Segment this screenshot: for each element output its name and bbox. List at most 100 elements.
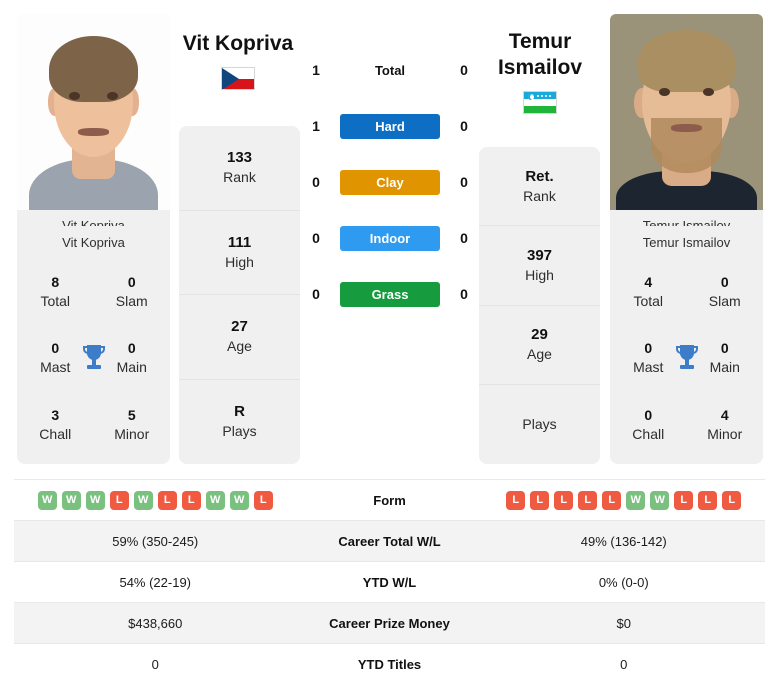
stat-label: Plays bbox=[222, 423, 257, 440]
stat-label: High bbox=[525, 266, 554, 283]
titles-card-name-right: Temur Ismailov bbox=[642, 235, 731, 250]
surface-badge-clay[interactable]: Clay bbox=[340, 169, 440, 195]
stat-label: Rank bbox=[523, 187, 556, 204]
titles-cell-minor-left: 5 Minor bbox=[94, 391, 171, 458]
form-badge-loss[interactable]: L bbox=[674, 490, 694, 510]
titles-card-right: Temur Ismailov 4 Total 0 Slam 0 Mast 0 Main 0 Cha… bbox=[610, 226, 763, 464]
rank-card-right: Ret. Rank 397 High 29 Age Plays bbox=[479, 147, 600, 464]
player-name-left[interactable]: Vit Kopriva bbox=[138, 31, 338, 57]
h2h-row-indoor: 0 Indoor 0 bbox=[303, 223, 477, 253]
comparison-top-section: Vit Kopriva Temur Ismailov Vit Kopriva T… bbox=[0, 0, 779, 475]
stats-value-right-career-prize-money: $0 bbox=[616, 615, 631, 631]
form-badge-win[interactable]: W bbox=[133, 490, 153, 510]
titles-value: 0 bbox=[720, 340, 729, 357]
h2h-score-right-hard: 0 bbox=[460, 118, 468, 134]
player-comparison-page: Vit Kopriva Temur Ismailov Vit Kopriva T… bbox=[0, 0, 779, 699]
stat-value: 397 bbox=[526, 246, 553, 264]
form-strip-right: LLLLLWWLLL bbox=[506, 490, 742, 510]
stats-label-ytd-titles: YTD Titles bbox=[357, 656, 422, 672]
form-badge-loss[interactable]: L bbox=[722, 490, 742, 510]
form-badge-loss[interactable]: L bbox=[578, 490, 598, 510]
titles-label: Total bbox=[633, 292, 664, 309]
stat-cell-age-left: 27 Age bbox=[179, 295, 300, 380]
h2h-score-left-indoor: 0 bbox=[312, 230, 320, 246]
form-badge-loss[interactable]: L bbox=[530, 490, 550, 510]
h2h-row-hard: 1 Hard 0 bbox=[303, 111, 477, 141]
stats-label-form: Form bbox=[373, 492, 406, 508]
titles-label: Chall bbox=[39, 426, 72, 443]
stats-label-career-total-w-l: Career Total W/L bbox=[338, 533, 441, 549]
head-to-head-column: 1 Total 0 1 Hard 0 0 Clay 0 0 Indoor 0 0 Grass 0 bbox=[303, 55, 477, 309]
titles-label: Minor bbox=[707, 426, 743, 443]
trophy-icon bbox=[675, 345, 698, 369]
form-badge-loss[interactable]: L bbox=[554, 490, 574, 510]
stat-label: Rank bbox=[223, 169, 256, 186]
titles-cell-chall-left: 3 Chall bbox=[17, 391, 94, 458]
stat-value: 27 bbox=[231, 318, 248, 336]
form-badge-win[interactable]: W bbox=[61, 490, 81, 510]
titles-value: 4 bbox=[644, 273, 653, 290]
titles-value: 0 bbox=[720, 273, 729, 290]
titles-label: Slam bbox=[708, 292, 741, 309]
stat-label: Age bbox=[227, 338, 252, 355]
form-badge-loss[interactable]: L bbox=[698, 490, 718, 510]
surface-badge-hard[interactable]: Hard bbox=[340, 113, 440, 139]
h2h-row-total: 1 Total 0 bbox=[303, 55, 477, 85]
stats-value-right-career-total-w-l: 49% (136-142) bbox=[580, 533, 667, 549]
titles-label: Main bbox=[116, 359, 147, 376]
h2h-label-total: Total bbox=[374, 62, 406, 78]
titles-cell-chall-right: 0 Chall bbox=[610, 391, 687, 458]
stat-cell-rank-left: 133 Rank bbox=[179, 126, 300, 211]
titles-label: Total bbox=[40, 292, 71, 309]
stat-value: 133 bbox=[226, 149, 253, 167]
titles-label: Mast bbox=[40, 359, 71, 376]
stats-value-right-form: LLLLLWWLLL bbox=[483, 490, 766, 510]
form-badge-win[interactable]: W bbox=[650, 490, 670, 510]
stat-label: Plays bbox=[522, 415, 557, 432]
player-name-right-line1[interactable]: Temur bbox=[440, 29, 640, 55]
form-badge-loss[interactable]: L bbox=[253, 490, 273, 510]
h2h-score-right-indoor: 0 bbox=[460, 230, 468, 246]
czech-republic-flag-icon bbox=[221, 67, 255, 90]
form-badge-loss[interactable]: L bbox=[109, 490, 129, 510]
form-badge-win[interactable]: W bbox=[229, 490, 249, 510]
h2h-score-right-grass: 0 bbox=[460, 286, 468, 302]
titles-value: 8 bbox=[51, 273, 60, 290]
stats-row-ytd-w-l: 54% (22-19) YTD W/L 0% (0-0) bbox=[14, 561, 765, 602]
stat-value: 111 bbox=[227, 233, 252, 251]
titles-card-left: Vit Kopriva 8 Total 0 Slam 0 Mast 0 Main 3 Chall 5… bbox=[17, 226, 170, 464]
stats-comparison-table: W W W L W L L W W L Form L L L L L W W L L L 59% (350-245) Car… bbox=[14, 479, 765, 684]
titles-label: Minor bbox=[114, 426, 150, 443]
stats-row-career-prize-money: $438,660 Career Prize Money $0 bbox=[14, 602, 765, 643]
stat-value: R bbox=[234, 403, 245, 421]
form-badge-win[interactable]: W bbox=[85, 490, 105, 510]
stats-row-ytd-titles: 0 YTD Titles 0 bbox=[14, 643, 765, 684]
form-badge-loss[interactable]: L bbox=[506, 490, 526, 510]
titles-value: 0 bbox=[644, 340, 653, 357]
surface-badge-indoor[interactable]: Indoor bbox=[340, 225, 440, 251]
stats-value-left-career-prize-money: $438,660 bbox=[128, 615, 183, 631]
surface-badge-grass[interactable]: Grass bbox=[340, 281, 440, 307]
h2h-score-left-total: 1 bbox=[312, 62, 320, 78]
h2h-score-left-clay: 0 bbox=[312, 174, 320, 190]
titles-cell-total-right: 4 Total bbox=[610, 258, 687, 325]
titles-label: Chall bbox=[632, 426, 665, 443]
stat-label: High bbox=[225, 253, 254, 270]
stat-cell-plays-left: R Plays bbox=[179, 380, 300, 465]
titles-cell-total-left: 8 Total bbox=[17, 258, 94, 325]
stat-cell-rank-right: Ret. Rank bbox=[479, 147, 600, 227]
form-badge-loss[interactable]: L bbox=[157, 490, 177, 510]
form-badge-win[interactable]: W bbox=[205, 490, 225, 510]
titles-label: Slam bbox=[115, 292, 148, 309]
form-badge-loss[interactable]: L bbox=[181, 490, 201, 510]
form-badge-loss[interactable]: L bbox=[602, 490, 622, 510]
uzbekistan-flag-icon bbox=[523, 91, 557, 114]
stats-value-right-ytd-w-l: 0% (0-0) bbox=[598, 574, 649, 590]
form-badge-win[interactable]: W bbox=[37, 490, 57, 510]
h2h-row-grass: 0 Grass 0 bbox=[303, 279, 477, 309]
form-badge-win[interactable]: W bbox=[626, 490, 646, 510]
stats-label-career-prize-money: Career Prize Money bbox=[329, 615, 450, 631]
titles-label: Main bbox=[709, 359, 740, 376]
titles-value: 0 bbox=[644, 407, 653, 424]
titles-cell-minor-right: 4 Minor bbox=[687, 391, 764, 458]
